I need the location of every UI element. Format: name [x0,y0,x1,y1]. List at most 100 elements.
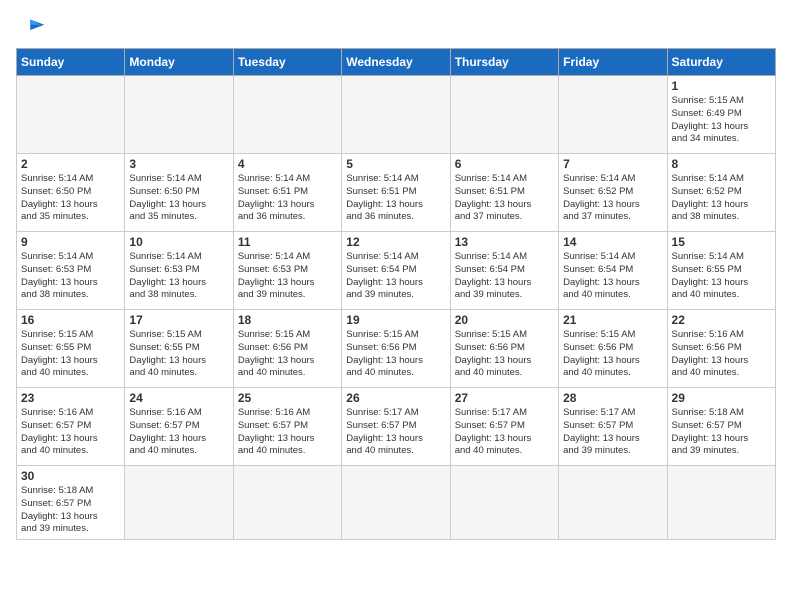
day-info: Sunrise: 5:15 AM Sunset: 6:56 PM Dayligh… [563,329,662,380]
day-info: Sunrise: 5:18 AM Sunset: 6:57 PM Dayligh… [21,485,120,536]
day-info: Sunrise: 5:15 AM Sunset: 6:55 PM Dayligh… [21,329,120,380]
calendar-cell [559,466,667,540]
day-number: 13 [455,235,554,249]
day-number: 28 [563,391,662,405]
day-info: Sunrise: 5:16 AM Sunset: 6:57 PM Dayligh… [129,407,228,458]
day-info: Sunrise: 5:14 AM Sunset: 6:53 PM Dayligh… [238,251,337,302]
day-info: Sunrise: 5:14 AM Sunset: 6:54 PM Dayligh… [563,251,662,302]
day-number: 30 [21,469,120,483]
calendar-cell: 7Sunrise: 5:14 AM Sunset: 6:52 PM Daylig… [559,154,667,232]
day-info: Sunrise: 5:18 AM Sunset: 6:57 PM Dayligh… [672,407,771,458]
day-info: Sunrise: 5:15 AM Sunset: 6:55 PM Dayligh… [129,329,228,380]
calendar-table: SundayMondayTuesdayWednesdayThursdayFrid… [16,48,776,540]
day-info: Sunrise: 5:14 AM Sunset: 6:55 PM Dayligh… [672,251,771,302]
day-info: Sunrise: 5:15 AM Sunset: 6:56 PM Dayligh… [238,329,337,380]
day-info: Sunrise: 5:17 AM Sunset: 6:57 PM Dayligh… [346,407,445,458]
calendar-cell: 18 Sunrise: 5:15 AM Sunset: 6:56 PM Dayli… [233,310,341,388]
day-info: Sunrise: 5:17 AM Sunset: 6:57 PM Dayligh… [563,407,662,458]
calendar-cell: 27 Sunrise: 5:17 AM Sunset: 6:57 PM Dayli… [450,388,558,466]
logo [16,16,52,44]
day-number: 25 [238,391,337,405]
calendar-cell: 3 Sunrise: 5:14 AM Sunset: 6:50 PM Daylig… [125,154,233,232]
calendar-cell [233,76,341,154]
day-number: 5 [346,157,445,171]
calendar-cell [17,76,125,154]
calendar-cell: 28 Sunrise: 5:17 AM Sunset: 6:57 PM Dayli… [559,388,667,466]
calendar-cell: 14 Sunrise: 5:14 AM Sunset: 6:54 PM Dayli… [559,232,667,310]
day-number: 16 [21,313,120,327]
day-number: 14 [563,235,662,249]
calendar-cell: 11 Sunrise: 5:14 AM Sunset: 6:53 PM Dayli… [233,232,341,310]
calendar-cell: 19Sunrise: 5:15 AM Sunset: 6:56 PM Dayli… [342,310,450,388]
day-number: 18 [238,313,337,327]
calendar-cell [342,466,450,540]
calendar-cell [125,466,233,540]
day-number: 11 [238,235,337,249]
day-info: Sunrise: 5:14 AM Sunset: 6:51 PM Dayligh… [346,173,445,224]
day-info: Sunrise: 5:15 AM Sunset: 6:56 PM Dayligh… [455,329,554,380]
calendar-cell [450,76,558,154]
day-info: Sunrise: 5:14 AM Sunset: 6:52 PM Dayligh… [563,173,662,224]
calendar-cell: 16 Sunrise: 5:15 AM Sunset: 6:55 PM Dayli… [17,310,125,388]
day-info: Sunrise: 5:14 AM Sunset: 6:54 PM Dayligh… [346,251,445,302]
day-number: 20 [455,313,554,327]
calendar-cell [233,466,341,540]
weekday-header-saturday: Saturday [667,49,775,76]
day-info: Sunrise: 5:16 AM Sunset: 6:57 PM Dayligh… [21,407,120,458]
day-info: Sunrise: 5:16 AM Sunset: 6:56 PM Dayligh… [672,329,771,380]
calendar-cell: 25 Sunrise: 5:16 AM Sunset: 6:57 PM Dayli… [233,388,341,466]
calendar-cell: 29 Sunrise: 5:18 AM Sunset: 6:57 PM Dayli… [667,388,775,466]
day-info: Sunrise: 5:17 AM Sunset: 6:57 PM Dayligh… [455,407,554,458]
day-number: 12 [346,235,445,249]
calendar-cell: 12 Sunrise: 5:14 AM Sunset: 6:54 PM Dayli… [342,232,450,310]
week-row-3: 9 Sunrise: 5:14 AM Sunset: 6:53 PM Daylig… [17,232,776,310]
day-info: Sunrise: 5:14 AM Sunset: 6:50 PM Dayligh… [21,173,120,224]
week-row-2: 2Sunrise: 5:14 AM Sunset: 6:50 PM Daylig… [17,154,776,232]
day-number: 21 [563,313,662,327]
calendar-cell: 8Sunrise: 5:14 AM Sunset: 6:52 PM Daylig… [667,154,775,232]
day-number: 19 [346,313,445,327]
calendar-cell: 17 Sunrise: 5:15 AM Sunset: 6:55 PM Dayli… [125,310,233,388]
weekday-header-monday: Monday [125,49,233,76]
day-info: Sunrise: 5:15 AM Sunset: 6:49 PM Dayligh… [672,95,771,146]
calendar-cell: 23 Sunrise: 5:16 AM Sunset: 6:57 PM Dayli… [17,388,125,466]
day-number: 4 [238,157,337,171]
day-number: 8 [672,157,771,171]
day-number: 3 [129,157,228,171]
day-number: 17 [129,313,228,327]
day-info: Sunrise: 5:14 AM Sunset: 6:51 PM Dayligh… [238,173,337,224]
day-info: Sunrise: 5:14 AM Sunset: 6:51 PM Dayligh… [455,173,554,224]
weekday-header-thursday: Thursday [450,49,558,76]
day-info: Sunrise: 5:14 AM Sunset: 6:53 PM Dayligh… [21,251,120,302]
day-number: 29 [672,391,771,405]
week-row-6: 30 Sunrise: 5:18 AM Sunset: 6:57 PM Dayli… [17,466,776,540]
weekday-header-wednesday: Wednesday [342,49,450,76]
calendar-cell: 24 Sunrise: 5:16 AM Sunset: 6:57 PM Dayli… [125,388,233,466]
day-info: Sunrise: 5:14 AM Sunset: 6:50 PM Dayligh… [129,173,228,224]
calendar-cell: 6Sunrise: 5:14 AM Sunset: 6:51 PM Daylig… [450,154,558,232]
day-number: 23 [21,391,120,405]
weekday-header-friday: Friday [559,49,667,76]
day-number: 1 [672,79,771,93]
day-number: 9 [21,235,120,249]
day-number: 24 [129,391,228,405]
calendar-cell: 22 Sunrise: 5:16 AM Sunset: 6:56 PM Dayli… [667,310,775,388]
calendar-cell: 13Sunrise: 5:14 AM Sunset: 6:54 PM Dayli… [450,232,558,310]
week-row-4: 16 Sunrise: 5:15 AM Sunset: 6:55 PM Dayli… [17,310,776,388]
day-number: 10 [129,235,228,249]
weekday-header-sunday: Sunday [17,49,125,76]
calendar-cell: 5 Sunrise: 5:14 AM Sunset: 6:51 PM Daylig… [342,154,450,232]
calendar-cell: 2Sunrise: 5:14 AM Sunset: 6:50 PM Daylig… [17,154,125,232]
week-row-5: 23 Sunrise: 5:16 AM Sunset: 6:57 PM Dayli… [17,388,776,466]
calendar-cell [450,466,558,540]
calendar-cell: 21 Sunrise: 5:15 AM Sunset: 6:56 PM Dayli… [559,310,667,388]
day-info: Sunrise: 5:16 AM Sunset: 6:57 PM Dayligh… [238,407,337,458]
calendar-cell: 15 Sunrise: 5:14 AM Sunset: 6:55 PM Dayli… [667,232,775,310]
weekday-header-tuesday: Tuesday [233,49,341,76]
day-number: 26 [346,391,445,405]
day-number: 15 [672,235,771,249]
calendar-cell: 26 Sunrise: 5:17 AM Sunset: 6:57 PM Dayli… [342,388,450,466]
calendar-cell: 10Sunrise: 5:14 AM Sunset: 6:53 PM Dayli… [125,232,233,310]
day-number: 22 [672,313,771,327]
day-number: 27 [455,391,554,405]
